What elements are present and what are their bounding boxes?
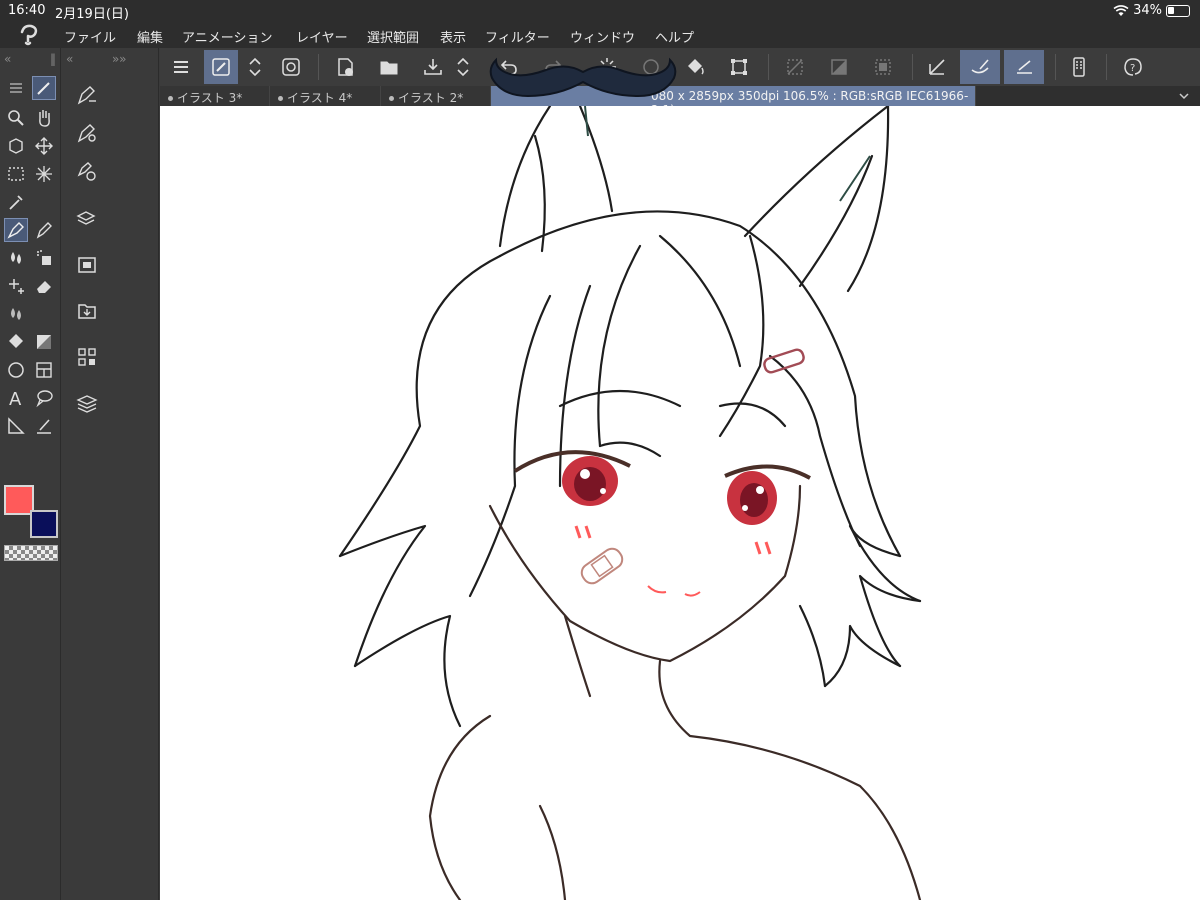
menu-bar: ファイル 編集 アニメーション レイヤー 選択範囲 表示 フィルター ウィンドウ…	[0, 22, 1200, 48]
battery-status: 34%	[1113, 3, 1190, 18]
tab-label: イラスト 4*	[287, 91, 353, 105]
mustache-sticker-icon	[489, 57, 677, 98]
eyedropper-tool-icon[interactable]	[4, 190, 28, 214]
wifi-icon	[1113, 4, 1129, 16]
pencil-tool-icon[interactable]	[32, 218, 56, 242]
sub-color-swatch[interactable]	[30, 510, 58, 538]
menu-window[interactable]: ウィンドウ	[570, 27, 635, 46]
line-art-illustration	[338, 106, 922, 900]
tool-property-icon[interactable]	[74, 344, 100, 370]
ruler-tool-icon[interactable]	[4, 414, 28, 438]
select-all-icon[interactable]	[866, 50, 900, 84]
object-tool-icon[interactable]	[4, 134, 28, 158]
move-tool-icon[interactable]	[32, 134, 56, 158]
command-bar: ?	[160, 48, 1200, 86]
new-canvas-icon[interactable]	[328, 50, 362, 84]
toolbar-divider	[318, 54, 319, 80]
gradient-tool-icon[interactable]	[32, 330, 56, 354]
auto-select-tool-icon[interactable]	[32, 162, 56, 186]
airbrush-tool-icon[interactable]	[32, 246, 56, 270]
pen-tool-icon[interactable]	[4, 218, 28, 242]
menu-file[interactable]: ファイル	[64, 27, 116, 46]
save-icon[interactable]	[416, 50, 450, 84]
zoom-tool-icon[interactable]	[4, 106, 28, 130]
figure-tool-icon[interactable]	[4, 358, 28, 382]
collapse-left-icon[interactable]: «	[66, 52, 73, 66]
toolbar-divider	[912, 54, 913, 80]
correct-line-tool-icon[interactable]	[32, 414, 56, 438]
tab-illust-2[interactable]: イラスト 2*	[381, 86, 491, 106]
transform-icon[interactable]	[722, 50, 756, 84]
tab-label: イラスト 3*	[177, 91, 243, 105]
tab-dot-icon	[168, 96, 173, 101]
menu-animation[interactable]: アニメーション	[182, 27, 272, 46]
toolbar-divider	[1106, 54, 1107, 80]
help-icon[interactable]: ?	[1116, 50, 1150, 84]
open-icon[interactable]	[372, 50, 406, 84]
tab-dot-icon	[278, 96, 283, 101]
svg-text:A: A	[9, 389, 22, 408]
material-icon[interactable]	[74, 298, 100, 324]
selection-tool-icon[interactable]	[4, 162, 28, 186]
panel-grip-icon[interactable]: ‖	[50, 52, 56, 66]
transparent-color-swatch[interactable]	[4, 545, 58, 561]
tab-illust-4[interactable]: イラスト 4*	[270, 86, 381, 106]
layer-property-icon[interactable]	[74, 206, 100, 232]
decoration-tool-icon[interactable]	[4, 274, 28, 298]
app-logo-icon[interactable]	[14, 23, 44, 47]
menu-layer[interactable]: レイヤー	[296, 27, 348, 46]
battery-percent: 34%	[1133, 3, 1162, 18]
brush-tool-icon[interactable]	[32, 76, 56, 100]
device-icon[interactable]	[1062, 50, 1096, 84]
ruler-icon[interactable]	[920, 50, 954, 84]
tool-menu-icon[interactable]	[4, 76, 28, 100]
snap-icon[interactable]	[1004, 50, 1044, 84]
toolbar-divider	[1055, 54, 1056, 80]
drawing-canvas[interactable]	[160, 106, 1200, 900]
brush-size-icon[interactable]	[74, 158, 100, 184]
status-date: 2月19日(日)	[55, 7, 129, 22]
chevron-down-icon[interactable]	[1178, 90, 1190, 102]
navigator-icon[interactable]	[74, 252, 100, 278]
add-subtool-icon[interactable]	[74, 82, 100, 108]
brush-tool-drops-icon[interactable]	[4, 246, 28, 270]
tab-illust-3[interactable]: イラスト 3*	[160, 86, 270, 106]
menu-help[interactable]: ヘルプ	[655, 27, 694, 46]
subtool-settings-icon[interactable]	[74, 120, 100, 146]
chevron-updown-icon[interactable]	[452, 50, 474, 84]
sub-tool-panel: « » »	[62, 48, 159, 900]
menu-selection[interactable]: 選択範囲	[367, 27, 419, 46]
stabilizer-icon[interactable]	[960, 50, 1000, 84]
tab-label: イラスト 2*	[398, 91, 464, 105]
deselect-icon[interactable]	[778, 50, 812, 84]
fill-icon[interactable]	[678, 50, 712, 84]
chevron-updown-icon[interactable]	[244, 50, 266, 84]
menu-icon[interactable]	[164, 50, 198, 84]
canvas-tabs: イラスト 3* イラスト 4* イラスト 2* 080 x 2859px 350…	[160, 86, 1200, 117]
status-time: 16:40	[8, 3, 46, 18]
balloon-tool-icon[interactable]	[32, 386, 56, 410]
collapse-left-icon[interactable]: «	[4, 52, 11, 66]
frame-tool-icon[interactable]	[32, 358, 56, 382]
tool-panel: « ‖ A	[0, 48, 61, 900]
svg-text:?: ?	[1130, 63, 1135, 74]
battery-icon	[1166, 4, 1190, 17]
blend-tool-icon[interactable]	[4, 302, 28, 326]
collapse-right-icon[interactable]: » »	[112, 52, 126, 66]
toolbar-divider	[768, 54, 769, 80]
tab-dot-icon	[389, 96, 394, 101]
quick-access-icon[interactable]	[204, 50, 238, 84]
status-bar: 16:40 2月19日(日) 34%	[0, 0, 1200, 22]
text-tool-icon[interactable]: A	[4, 386, 28, 410]
eraser-tool-icon[interactable]	[32, 274, 56, 298]
fill-tool-icon[interactable]	[4, 330, 28, 354]
menu-view[interactable]: 表示	[440, 27, 466, 46]
pen-sync-icon[interactable]	[274, 50, 308, 84]
menu-filter[interactable]: フィルター	[485, 27, 550, 46]
hand-tool-icon[interactable]	[32, 106, 56, 130]
layer-panel-icon[interactable]	[74, 390, 100, 416]
invert-selection-icon[interactable]	[822, 50, 856, 84]
menu-edit[interactable]: 編集	[137, 27, 163, 46]
